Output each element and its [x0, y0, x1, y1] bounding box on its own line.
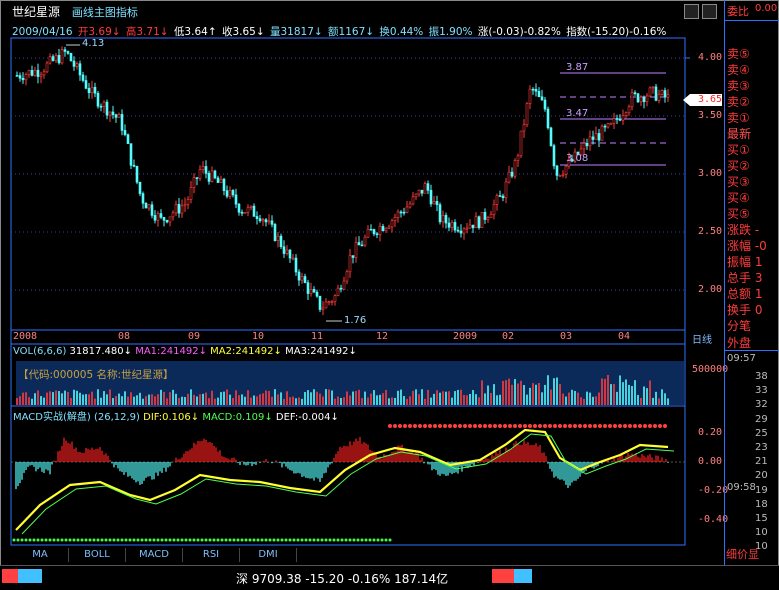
tick-value: 15 — [755, 513, 768, 525]
tick-list: 38 33 32 29 25 23 21 20 19 18 15 10 10 — [755, 370, 768, 555]
index-summary[interactable]: 深 9709.38 -15.20 -0.16% 187.14亿 — [236, 570, 448, 587]
chart-canvas — [10, 37, 722, 546]
order-row: 涨跌 - — [727, 223, 760, 237]
period-label[interactable]: 日线 — [692, 331, 712, 346]
macd-header: MACD实战(解盘) (26,12,9) DIF:0.106↓ MACD:0.1… — [13, 408, 339, 423]
macd-title: MACD实战(解盘) — [13, 412, 91, 423]
y-tick: 3.50 — [698, 110, 723, 121]
tab-macd[interactable]: MACD — [126, 548, 183, 562]
tab-dmi[interactable]: DMI — [240, 548, 297, 562]
main-chart-frame — [10, 37, 686, 331]
tick-value: 19 — [755, 484, 768, 496]
tick-value: 38 — [755, 371, 768, 382]
order-row: 卖③ — [727, 79, 750, 93]
tick-value: 20 — [755, 470, 768, 482]
macd-y-tick: 0.20 — [698, 427, 723, 438]
index-name: 深 — [236, 572, 249, 586]
x-label: 03 — [560, 331, 573, 342]
tick-value: 18 — [755, 498, 768, 510]
order-row: 换手 0 — [727, 303, 763, 317]
order-row: 买① — [727, 143, 750, 157]
order-book: 卖⑤ 卖④ 卖③ 卖② 卖① 最新 买① 买② 买③ 买④ 买⑤ 涨跌 - 涨幅… — [727, 46, 779, 334]
tick-value: 33 — [755, 385, 768, 397]
ratio-label: 委比 — [727, 5, 749, 18]
order-row: 卖② — [727, 95, 750, 109]
order-row: 买⑤ — [727, 207, 750, 221]
ratio-value: 0.00 — [755, 3, 778, 14]
index-change: -15.20 — [305, 572, 344, 586]
order-row: 卖④ — [727, 63, 750, 77]
order-row: 买② — [727, 159, 750, 173]
y-tick: 4.00 — [698, 52, 723, 63]
fib-label: 3.08 — [566, 153, 589, 164]
vol-header: VOL(6,6,6) 31817.480↓ MA1:241492↓ MA2:24… — [13, 346, 357, 357]
x-label: 2008 — [13, 331, 38, 342]
order-row: 买③ — [727, 175, 750, 189]
tick-value: 25 — [755, 427, 768, 439]
fib-label: 3.47 — [566, 108, 589, 119]
macd-dif: DIF:0.106↓ — [143, 412, 200, 423]
mini-bar-right — [492, 569, 532, 583]
tick-value: 29 — [755, 413, 768, 425]
tab-boll[interactable]: BOLL — [69, 548, 126, 562]
low-label: 1.76 — [344, 315, 367, 326]
tick-value: 23 — [755, 442, 768, 454]
x-label: 08 — [118, 331, 131, 342]
order-row: 最新 — [727, 127, 752, 141]
tick-value: 32 — [755, 399, 768, 411]
tab-ma[interactable]: MA — [12, 548, 69, 562]
x-label: 09 — [188, 331, 201, 342]
index-amount: 187.14亿 — [394, 572, 449, 586]
vol-ma1: MA1:241492↓ — [135, 346, 207, 357]
vol-value: 31817.480↓ — [69, 346, 133, 357]
vol-title: VOL(6,6,6) — [13, 346, 67, 357]
price-tag-label: 3.65 — [698, 94, 723, 105]
y-tick: 3.00 — [698, 168, 723, 179]
tab-rsi[interactable]: RSI — [183, 548, 240, 562]
vol-ma3: MA3:241492↓ — [285, 346, 357, 357]
order-row: 分笔 — [727, 319, 752, 333]
x-label: 02 — [502, 331, 515, 342]
code-label: 【代码:000005 名称:世纪星源】 — [18, 369, 174, 381]
fib-label: 3.87 — [566, 62, 589, 73]
mini-bar-left — [2, 569, 42, 583]
order-row: 总额 1 — [727, 287, 763, 301]
date-axis-frame — [10, 329, 686, 345]
outer-label: 外盘 — [727, 336, 752, 350]
x-label: 2009 — [453, 331, 478, 342]
order-row: 涨幅 -0 — [727, 239, 767, 253]
order-row: 振幅 1 — [727, 255, 763, 269]
x-label: 04 — [618, 331, 631, 342]
tick-value: 21 — [755, 456, 768, 468]
candlesticks — [15, 46, 670, 316]
tick-value: 10 — [755, 527, 768, 539]
high-label: 4.13 — [82, 38, 105, 49]
vol-ma2: MA2:241492↓ — [210, 346, 282, 357]
order-row: 卖⑤ — [727, 47, 750, 61]
vol-y-label: 500000 — [692, 364, 729, 375]
status-bar: 深 9709.38 -15.20 -0.16% 187.14亿 — [0, 565, 779, 590]
macd-y-tick: 0.00 — [698, 456, 723, 467]
macd-def: DEF:-0.004↓ — [275, 412, 339, 423]
index-pct: -0.16% — [347, 572, 391, 586]
macd-macd: MACD:0.109↓ — [202, 412, 273, 423]
x-label: 12 — [376, 331, 389, 342]
y-tick: 2.00 — [698, 284, 723, 295]
index-value: 9709.38 — [251, 572, 302, 586]
detail-button[interactable]: 细价显 — [726, 546, 759, 562]
order-row: 卖① — [727, 111, 750, 125]
order-row: 总手 3 — [727, 271, 763, 285]
y-tick: 2.50 — [698, 226, 723, 237]
side-panel: 委比 0.00 卖⑤ 卖④ 卖③ 卖② 卖① 最新 买① 买② 买③ 买④ 买⑤… — [724, 0, 779, 565]
x-label: 10 — [252, 331, 265, 342]
order-row: 买④ — [727, 191, 750, 205]
macd-params: (26,12,9) — [93, 412, 140, 423]
tick-time: 09:58 — [727, 482, 756, 493]
x-label: 11 — [311, 331, 324, 342]
tick-time: 09:57 — [727, 353, 756, 364]
